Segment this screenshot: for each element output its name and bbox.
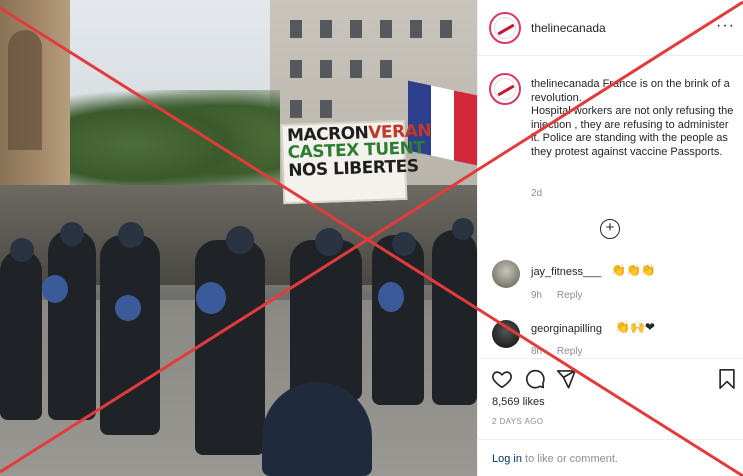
comment-avatar[interactable] xyxy=(492,320,520,348)
login-prompt-text: to like or comment. xyxy=(521,453,618,465)
comment-text: 👏👏👏 xyxy=(611,263,656,277)
photo-shield xyxy=(196,282,226,314)
photo-window xyxy=(290,100,302,118)
comment-time: 9h xyxy=(531,290,543,301)
photo-window xyxy=(440,20,452,38)
photo-helmet xyxy=(452,218,474,240)
comment-text: 👏🙌❤ xyxy=(615,320,655,334)
photo-helmet xyxy=(60,222,84,246)
bookmark-icon[interactable] xyxy=(716,368,738,390)
photo-officer xyxy=(290,240,362,400)
comment-meta: 8h Reply xyxy=(531,346,594,357)
comment-icon[interactable] xyxy=(524,368,546,390)
comment-avatar[interactable] xyxy=(492,260,520,288)
comment-reply-button[interactable]: Reply xyxy=(557,290,583,301)
photo-helmet xyxy=(226,226,254,254)
photo-officer xyxy=(372,235,424,405)
load-more-comments-button[interactable]: + xyxy=(600,219,620,239)
photo-shield xyxy=(115,295,141,321)
login-prompt: Log in to like or comment. xyxy=(492,453,618,465)
post-header: thelinecanada ··· xyxy=(478,0,743,56)
caption-line-2: Hospital workers are not only refusing t… xyxy=(531,105,734,158)
post-side-panel: thelinecanada ··· thelinecanada France i… xyxy=(477,0,743,476)
photo-window xyxy=(350,20,362,38)
photo-officer xyxy=(195,240,265,455)
caption-username[interactable]: thelinecanada xyxy=(531,78,600,90)
photo-protest-sign: MACRONVERAN CASTEX TUENT NOS LIBERTES xyxy=(280,119,431,205)
post-caption: thelinecanada France is on the brink of … xyxy=(531,78,736,159)
comment-meta: 9h Reply xyxy=(531,290,594,301)
login-link[interactable]: Log in xyxy=(492,453,522,465)
photo-trees xyxy=(70,90,280,200)
photo-officer xyxy=(48,230,96,420)
header-username[interactable]: thelinecanada xyxy=(531,21,606,35)
photo-window xyxy=(320,20,332,38)
heart-icon[interactable] xyxy=(491,368,513,390)
photo-building-left xyxy=(0,0,70,215)
post-photo: MACRONVERAN CASTEX TUENT NOS LIBERTES xyxy=(0,0,477,476)
photo-window xyxy=(410,20,422,38)
comment-reply-button[interactable]: Reply xyxy=(557,346,583,357)
photo-officer xyxy=(100,235,160,435)
photo-window xyxy=(350,60,362,78)
flag-stripe-red xyxy=(454,90,477,166)
comment-bar: Log in to like or comment. xyxy=(478,439,743,476)
photo-window xyxy=(290,60,302,78)
photo-window xyxy=(320,60,332,78)
photo-helmet xyxy=(118,222,144,248)
post-date: 2 DAYS AGO xyxy=(492,417,544,426)
comment-username[interactable]: jay_fitness___ xyxy=(531,266,601,278)
photo-officer xyxy=(0,250,42,420)
caption-avatar[interactable] xyxy=(489,73,521,105)
post-actions: 8,569 likes 2 DAYS AGO Log in to like or… xyxy=(478,358,743,476)
photo-window xyxy=(320,100,332,118)
photo-helmet xyxy=(392,232,416,256)
share-icon[interactable] xyxy=(555,368,577,390)
comment-time: 8h xyxy=(531,346,543,357)
flag-stripe-white xyxy=(431,85,454,161)
photo-shield xyxy=(42,275,68,303)
photo-window xyxy=(380,60,392,78)
more-options-icon[interactable]: ··· xyxy=(716,17,735,35)
photo-window xyxy=(290,20,302,38)
photo-arch xyxy=(8,30,42,150)
avatar[interactable] xyxy=(489,12,521,44)
photo-shield xyxy=(378,282,404,312)
comment-username[interactable]: georginapilling xyxy=(531,323,602,335)
avatar-logo-icon xyxy=(494,17,516,39)
like-count[interactable]: 8,569 likes xyxy=(492,396,545,408)
caption-time: 2d xyxy=(531,188,543,199)
avatar-logo-icon xyxy=(494,78,516,100)
photo-helmet xyxy=(315,228,343,256)
photo-officer xyxy=(432,230,477,405)
photo-helmet xyxy=(10,238,34,262)
sign-line-3: NOS LIBERTES xyxy=(287,156,419,181)
photo-window xyxy=(380,20,392,38)
